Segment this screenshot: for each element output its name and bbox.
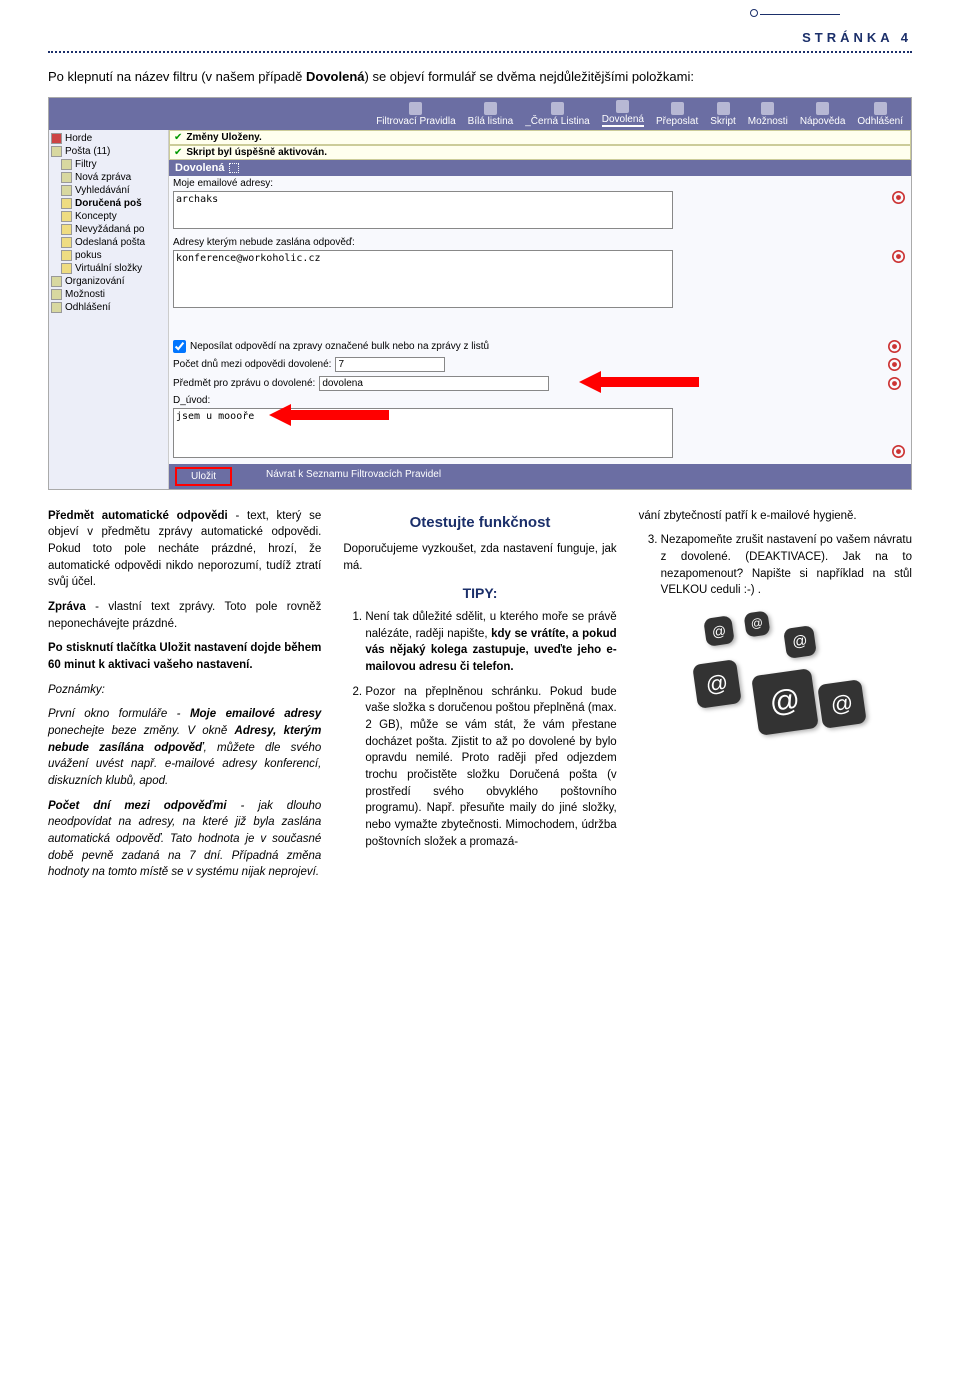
section-header: Dovolená (169, 160, 911, 176)
toolbar-item-options[interactable]: Možnosti (748, 102, 788, 127)
tip-1: Není tak důležité sdělit, u kterého moře… (365, 609, 616, 676)
tree-search[interactable]: Vyhledávání (51, 184, 166, 197)
dotted-separator (48, 51, 912, 53)
back-link[interactable]: Návrat k Seznamu Filtrovacích Pravidel (262, 467, 445, 486)
toolbar-item-blacklist[interactable]: _Černá Listina (525, 102, 589, 127)
heading-tips: TIPY: (343, 583, 616, 603)
tree-newmsg[interactable]: Nová zpráva (51, 171, 166, 184)
subject-row: Předmět pro zprávu o dovolené: (169, 374, 911, 393)
tree-virtual[interactable]: Virtuální složky (51, 262, 166, 275)
label-noreply: Adresy kterým nebude zaslána odpověď: (169, 235, 911, 250)
tree-sent[interactable]: Odeslaná pošta (51, 236, 166, 249)
body-input[interactable]: jsem u moooře (173, 408, 673, 458)
red-arrow-icon (269, 404, 389, 426)
intro-paragraph: Po klepnutí na název filtru (v našem pří… (48, 67, 912, 87)
toolbar-item-help[interactable]: Nápověda (800, 102, 846, 127)
status-script: ✔Skript byl úspěšně aktivován. (169, 145, 911, 160)
column-2: Otestujte funkčnost Doporučujeme vyzkouš… (343, 508, 616, 889)
tree-spam[interactable]: Nevyžádaná po (51, 223, 166, 236)
button-bar: Uložit Návrat k Seznamu Filtrovacích Pra… (169, 464, 911, 489)
tree-mail[interactable]: Pošta (11) (51, 145, 166, 158)
toolbar-item-script[interactable]: Skript (710, 102, 736, 127)
tree-opts[interactable]: Možnosti (51, 288, 166, 301)
tip-3: Nezapomeňte zrušit nastavení po vašem ná… (661, 532, 912, 599)
help-icon[interactable] (888, 340, 901, 353)
toolbar: Filtrovací Pravidla Bílá listina _Černá … (49, 98, 911, 130)
help-icon[interactable] (892, 250, 905, 263)
tree-logout[interactable]: Odhlášení (51, 301, 166, 314)
toolbar-item-logout[interactable]: Odhlášení (857, 102, 903, 127)
help-icon[interactable] (888, 377, 901, 390)
main-panel: ✔Změny Uloženy. ✔Skript byl úspěšně akti… (169, 130, 911, 489)
toolbar-item-vacation[interactable]: Dovolená (602, 100, 644, 127)
my-addresses-input[interactable]: archaks (173, 191, 673, 229)
bulk-checkbox-row: Neposílat odpovědí na zpravy označené bu… (169, 338, 911, 355)
column-1: Předmět automatické odpovědi - text, kte… (48, 508, 321, 889)
help-icon[interactable] (888, 358, 901, 371)
tree-filters[interactable]: Filtry (51, 158, 166, 171)
tree-inbox[interactable]: Doručená poš (51, 197, 166, 210)
tree-pokus[interactable]: pokus (51, 249, 166, 262)
tree-horde[interactable]: Horde (51, 132, 166, 145)
gear-icon[interactable] (229, 163, 239, 173)
label-my-addresses: Moje emailové adresy: (169, 176, 911, 191)
toolbar-item-forward[interactable]: Přeposlat (656, 102, 698, 127)
help-icon[interactable] (892, 191, 905, 204)
status-saved: ✔Změny Uloženy. (169, 130, 911, 145)
corner-ornament (750, 8, 840, 20)
days-input[interactable] (335, 357, 445, 372)
heading-test: Otestujte funkčnost (343, 512, 616, 534)
toolbar-item-filter[interactable]: Filtrovací Pravidla (376, 102, 455, 127)
column-3: vání zbytečností patří k e-mailové hygie… (639, 508, 912, 889)
save-button[interactable]: Uložit (175, 467, 232, 486)
toolbar-item-whitelist[interactable]: Bílá listina (468, 102, 514, 127)
tip-2: Pozor na přeplněnou schránku. Pokud bude… (365, 684, 616, 851)
red-arrow-icon (579, 371, 699, 393)
days-row: Počet dnů mezi odpovědi dovolené: (169, 355, 911, 374)
tree-org[interactable]: Organizování (51, 275, 166, 288)
at-cubes-illustration: @ @ @ @ @ @ (675, 607, 875, 757)
bulk-checkbox[interactable] (173, 340, 186, 353)
subject-input[interactable] (319, 376, 549, 391)
help-icon[interactable] (892, 445, 905, 458)
sidebar-tree: Horde Pošta (11) Filtry Nová zpráva Vyhl… (49, 130, 169, 489)
app-screenshot: Filtrovací Pravidla Bílá listina _Černá … (48, 97, 912, 490)
tree-drafts[interactable]: Koncepty (51, 210, 166, 223)
noreply-input[interactable]: konference@workoholic.cz (173, 250, 673, 308)
page-number: STRÁNKA 4 (48, 30, 912, 45)
